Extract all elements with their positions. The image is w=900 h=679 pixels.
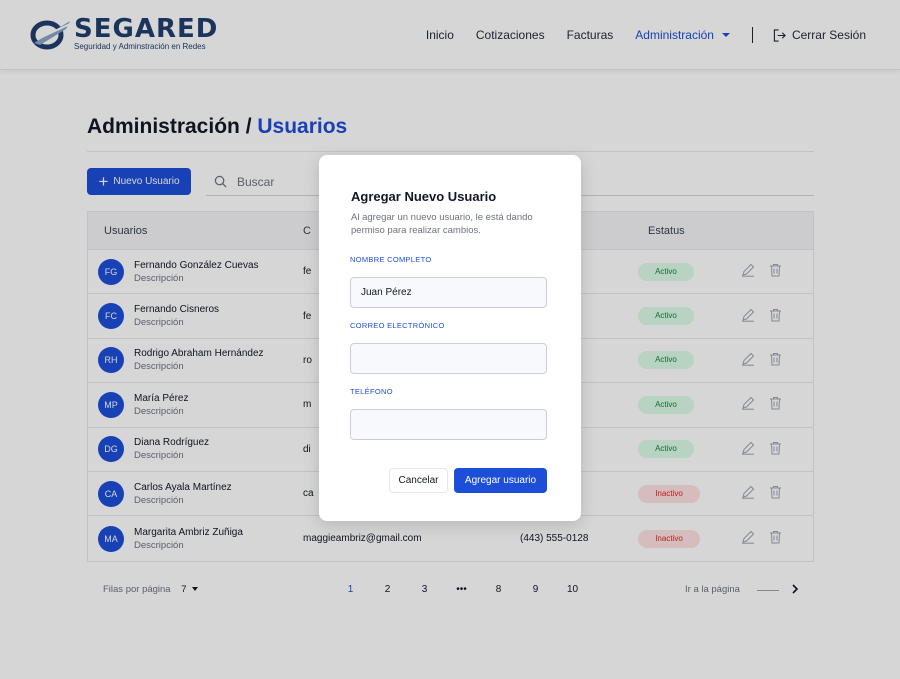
phone-field[interactable] (350, 409, 547, 440)
email-field[interactable] (350, 343, 547, 374)
phone-label: TELÉFONO (350, 387, 393, 396)
cancel-button[interactable]: Cancelar (389, 468, 448, 493)
email-label: CORREO ELECTRÓNICO (350, 321, 445, 330)
full-name-field[interactable] (350, 277, 547, 308)
add-user-modal: Agregar Nuevo Usuario Al agregar un nuev… (319, 155, 581, 521)
add-user-button[interactable]: Agregar usuario (454, 468, 547, 493)
full-name-label: NOMBRE COMPLETO (350, 255, 432, 264)
modal-title: Agregar Nuevo Usuario (351, 189, 497, 204)
modal-subtitle: Al agregar un nuevo usuario, le está dan… (351, 212, 533, 236)
